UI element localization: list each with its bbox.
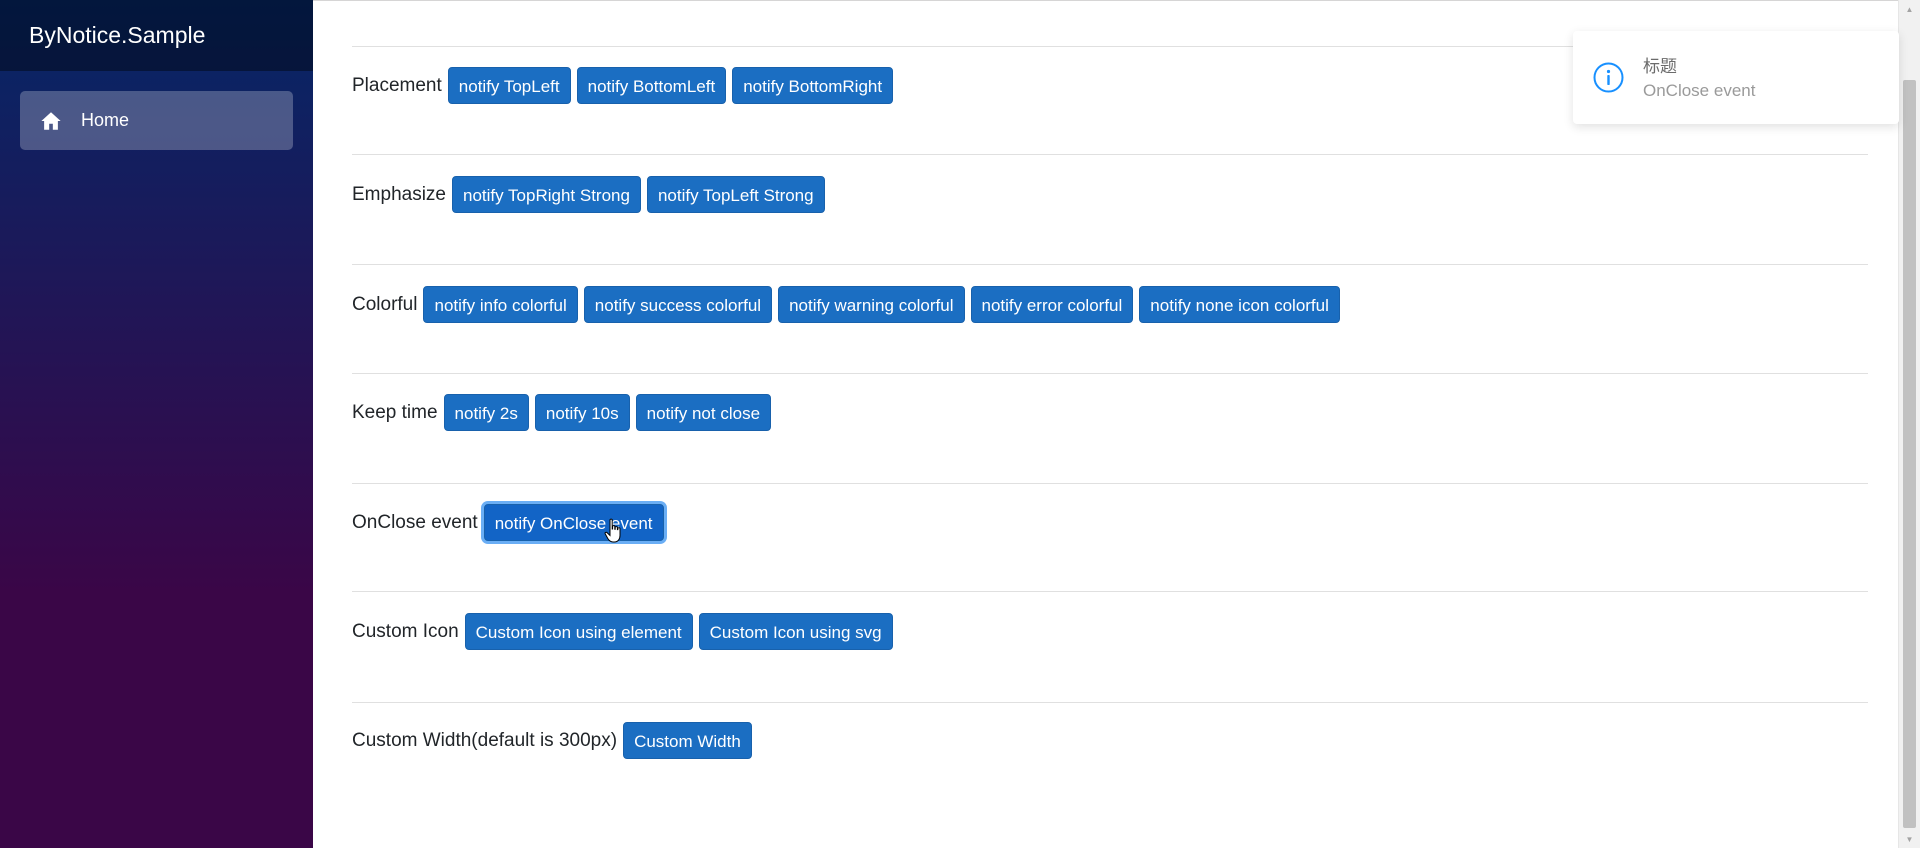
notify-10s-button[interactable]: notify 10s xyxy=(534,394,630,431)
divider xyxy=(352,373,1868,374)
custom-icon-svg-button[interactable]: Custom Icon using svg xyxy=(698,613,893,650)
notify-none-icon-colorful-button[interactable]: notify none icon colorful xyxy=(1139,286,1340,323)
main-content: Placement notify TopLeft notify BottomLe… xyxy=(313,0,1900,848)
section-keep-time: Keep time notify 2s notify 10s notify no… xyxy=(352,394,1868,431)
app-window: ByNotice.Sample Home Placement notify To… xyxy=(0,0,1920,848)
notify-onclose-event-button[interactable]: notify OnClose event xyxy=(483,504,664,541)
section-label: Colorful xyxy=(352,293,418,315)
section-label: Custom Icon xyxy=(352,620,459,642)
divider xyxy=(352,483,1868,484)
sidebar: ByNotice.Sample Home xyxy=(0,0,313,848)
scrollbar-thumb[interactable] xyxy=(1903,80,1916,828)
sidebar-item-home[interactable]: Home xyxy=(20,91,293,150)
divider xyxy=(352,154,1868,155)
notify-bottomright-button[interactable]: notify BottomRight xyxy=(732,67,894,104)
notify-not-close-button[interactable]: notify not close xyxy=(635,394,772,431)
notification-toast[interactable]: 标题 OnClose event xyxy=(1573,31,1899,124)
sidebar-header: ByNotice.Sample xyxy=(0,0,313,71)
section-custom-icon: Custom Icon Custom Icon using element Cu… xyxy=(352,613,1868,650)
brand-link[interactable]: ByNotice.Sample xyxy=(29,22,205,49)
section-label: Emphasize xyxy=(352,183,446,205)
section-custom-width: Custom Width(default is 300px) Custom Wi… xyxy=(352,722,1868,759)
divider xyxy=(352,591,1868,592)
custom-width-button[interactable]: Custom Width xyxy=(623,722,752,759)
scroll-down-icon[interactable]: ▼ xyxy=(1899,831,1920,847)
scroll-up-icon[interactable]: ▲ xyxy=(1899,1,1920,17)
section-colorful: Colorful notify info colorful notify suc… xyxy=(352,286,1868,323)
home-icon xyxy=(40,110,62,132)
notify-2s-button[interactable]: notify 2s xyxy=(443,394,529,431)
notify-warning-colorful-button[interactable]: notify warning colorful xyxy=(778,286,965,323)
notify-topleft-button[interactable]: notify TopLeft xyxy=(447,67,571,104)
section-label: OnClose event xyxy=(352,511,478,533)
notification-message: OnClose event xyxy=(1643,81,1756,100)
sidebar-item-label: Home xyxy=(81,110,130,130)
section-onclose-event: OnClose event notify OnClose event xyxy=(352,504,1868,541)
notify-info-colorful-button[interactable]: notify info colorful xyxy=(423,286,578,323)
divider xyxy=(352,702,1868,703)
section-emphasize: Emphasize notify TopRight Strong notify … xyxy=(352,176,1868,213)
notify-success-colorful-button[interactable]: notify success colorful xyxy=(583,286,773,323)
notify-error-colorful-button[interactable]: notify error colorful xyxy=(970,286,1134,323)
section-label: Custom Width(default is 300px) xyxy=(352,729,618,751)
hand-cursor-icon xyxy=(604,518,624,544)
notify-topleft-strong-button[interactable]: notify TopLeft Strong xyxy=(646,176,825,213)
divider xyxy=(352,264,1868,265)
notify-topright-strong-button[interactable]: notify TopRight Strong xyxy=(452,176,641,213)
info-icon xyxy=(1592,61,1625,94)
section-label: Keep time xyxy=(352,401,438,423)
vertical-scrollbar[interactable]: ▲ ▼ xyxy=(1898,0,1920,848)
custom-icon-element-button[interactable]: Custom Icon using element xyxy=(464,613,693,650)
section-label: Placement xyxy=(352,74,442,96)
notify-bottomleft-button[interactable]: notify BottomLeft xyxy=(576,67,727,104)
notification-title: 标题 xyxy=(1643,57,1677,77)
